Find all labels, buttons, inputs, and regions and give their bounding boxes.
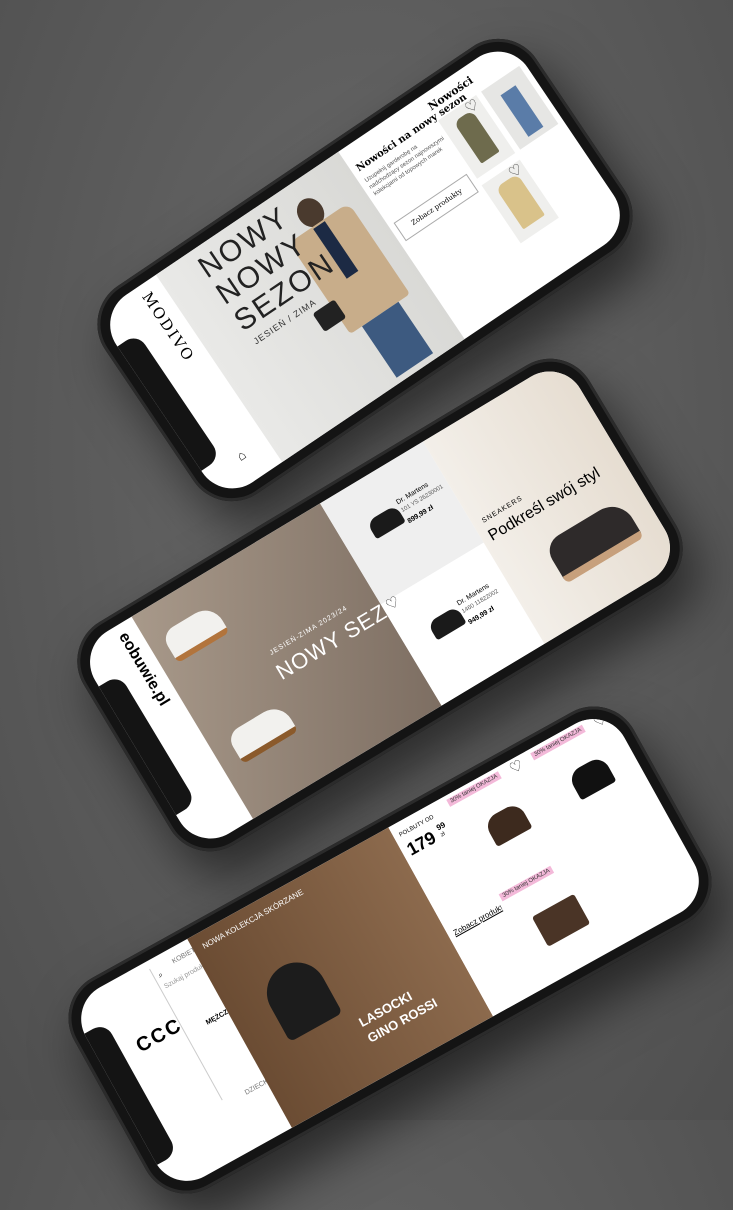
- model-image: [256, 951, 343, 1042]
- phone-notch: [115, 333, 222, 472]
- heart-icon[interactable]: ♡: [506, 756, 527, 778]
- cart-icon[interactable]: ⌂: [234, 447, 249, 464]
- banner-headline: NOWA KOLEKCJA SKÓRZANE: [200, 887, 305, 951]
- heart-icon[interactable]: ♡: [590, 709, 610, 731]
- discount-badge: 30% taniej OKAZJA: [530, 724, 586, 761]
- sneaker-image: [160, 603, 230, 664]
- price-cents: 99: [434, 820, 447, 833]
- see-products-label: Zobacz produkty: [409, 187, 464, 228]
- discount-badge: 30% taniej OKAZJA: [446, 771, 502, 807]
- price-currency: zł: [439, 831, 447, 839]
- sneaker-pair-image: [543, 498, 644, 584]
- see-products-link[interactable]: Zobacz produkty: [452, 901, 508, 938]
- search-icon: ⌕: [156, 969, 165, 980]
- see-products-button[interactable]: Zobacz produkty: [393, 173, 479, 242]
- sneaker-image: [225, 701, 299, 765]
